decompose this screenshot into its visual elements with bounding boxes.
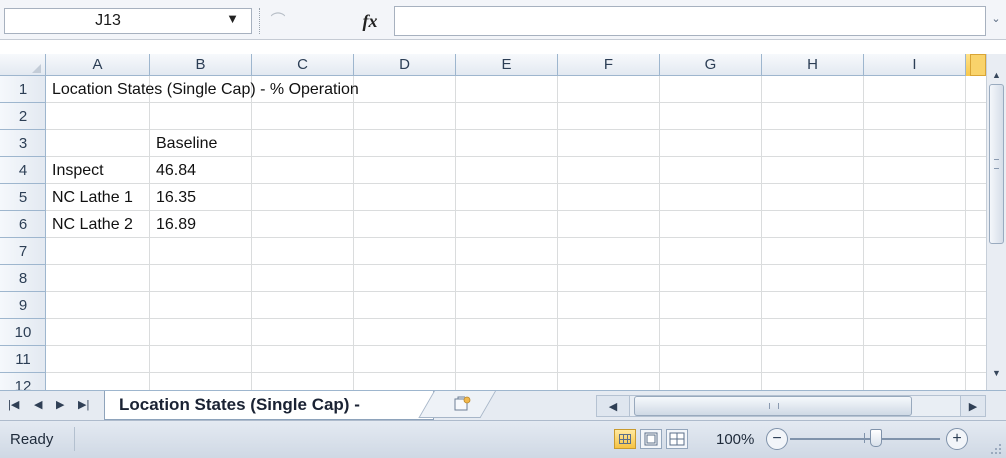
cell-area[interactable]: Location States (Single Cap) - % Operati… <box>46 76 986 390</box>
scroll-down-icon[interactable]: ▼ <box>989 366 1004 380</box>
last-sheet-icon[interactable]: ▶| <box>78 398 89 411</box>
resize-grip-icon[interactable] <box>990 443 1002 455</box>
row-header-4[interactable]: 4 <box>0 157 46 184</box>
zoom-in-button[interactable]: + <box>946 428 968 450</box>
row-header-11[interactable]: 11 <box>0 346 46 373</box>
cell-a1[interactable]: Location States (Single Cap) - % Operati… <box>46 76 359 103</box>
page-layout-button[interactable] <box>640 429 662 449</box>
status-bar: Ready 100% − + <box>0 420 1006 458</box>
horizontal-scroll-thumb[interactable] <box>634 396 912 416</box>
cell-b5[interactable]: 16.35 <box>150 184 196 211</box>
column-header-h[interactable]: H <box>762 54 864 76</box>
zoom-slider-thumb[interactable] <box>870 429 882 447</box>
worksheet-grid: A B C D E F G H I 1 2 3 4 5 6 7 8 9 10 1… <box>0 54 986 390</box>
zoom-slider-midpoint <box>864 433 865 443</box>
first-sheet-icon[interactable]: |◀ <box>8 398 19 411</box>
row-headers: 1 2 3 4 5 6 7 8 9 10 11 12 <box>0 76 46 390</box>
zoom-slider[interactable] <box>790 438 940 440</box>
page-break-preview-button[interactable] <box>666 429 688 449</box>
row-header-5[interactable]: 5 <box>0 184 46 211</box>
row-header-10[interactable]: 10 <box>0 319 46 346</box>
column-header-f[interactable]: F <box>558 54 660 76</box>
row-header-2[interactable]: 2 <box>0 103 46 130</box>
row-header-6[interactable]: 6 <box>0 211 46 238</box>
row-header-9[interactable]: 9 <box>0 292 46 319</box>
status-divider <box>74 427 75 451</box>
page-layout-icon <box>644 432 658 446</box>
scroll-left-icon[interactable]: ◀ <box>596 395 630 417</box>
cell-b3[interactable]: Baseline <box>150 130 217 157</box>
chevron-down-icon[interactable]: ▼ <box>226 11 239 26</box>
scroll-right-icon[interactable]: ▶ <box>960 395 986 417</box>
sheet-tab-bar: |◀ ◀ ▶ ▶| Location States (Single Cap) -… <box>0 390 1006 420</box>
formula-bar-splitter[interactable] <box>255 6 265 36</box>
normal-view-icon <box>619 434 631 444</box>
insert-worksheet-icon[interactable] <box>452 396 472 412</box>
cell-a4[interactable]: Inspect <box>46 157 104 184</box>
cell-a5[interactable]: NC Lathe 1 <box>46 184 133 211</box>
cell-b6[interactable]: 16.89 <box>150 211 196 238</box>
column-header-d[interactable]: D <box>354 54 456 76</box>
row-header-8[interactable]: 8 <box>0 265 46 292</box>
row-header-12[interactable]: 12 <box>0 373 46 390</box>
prev-sheet-icon[interactable]: ◀ <box>34 398 42 411</box>
column-header-c[interactable]: C <box>252 54 354 76</box>
cancel-entry-icon[interactable]: ⌒ <box>266 10 290 32</box>
name-box-value: J13 <box>95 12 121 29</box>
row-header-1[interactable]: 1 <box>0 76 46 103</box>
column-header-i[interactable]: I <box>864 54 966 76</box>
select-all-button[interactable] <box>0 54 46 76</box>
column-header-g[interactable]: G <box>660 54 762 76</box>
column-header-a[interactable]: A <box>46 54 150 76</box>
sheet-tab-location-states[interactable]: Location States (Single Cap) - <box>104 391 434 420</box>
expand-formula-bar-icon[interactable]: ⌄ <box>988 12 1004 30</box>
column-header-e[interactable]: E <box>456 54 558 76</box>
formula-input[interactable] <box>394 6 986 36</box>
page-break-preview-icon <box>669 432 685 446</box>
row-header-3[interactable]: 3 <box>0 130 46 157</box>
active-column-marker <box>970 54 986 76</box>
vertical-scroll-thumb[interactable] <box>989 84 1004 244</box>
vertical-scrollbar[interactable]: ▲ ▼ <box>986 54 1006 390</box>
scroll-up-icon[interactable]: ▲ <box>989 68 1004 82</box>
column-header-b[interactable]: B <box>150 54 252 76</box>
cell-b4[interactable]: 46.84 <box>150 157 196 184</box>
cell-a6[interactable]: NC Lathe 2 <box>46 211 133 238</box>
row-header-7[interactable]: 7 <box>0 238 46 265</box>
insert-function-button[interactable]: fx <box>350 8 390 34</box>
zoom-out-button[interactable]: − <box>766 428 788 450</box>
formula-bar: J13 ▼ ⌒ fx ⌄ <box>0 0 1006 40</box>
next-sheet-icon[interactable]: ▶ <box>56 398 64 411</box>
column-headers: A B C D E F G H I <box>0 54 986 76</box>
status-text: Ready <box>10 431 54 448</box>
normal-view-button[interactable] <box>614 429 636 449</box>
name-box[interactable]: J13 ▼ <box>4 8 252 34</box>
zoom-level[interactable]: 100% <box>716 431 754 448</box>
sheet-tab-label: Location States (Single Cap) - <box>119 395 360 414</box>
